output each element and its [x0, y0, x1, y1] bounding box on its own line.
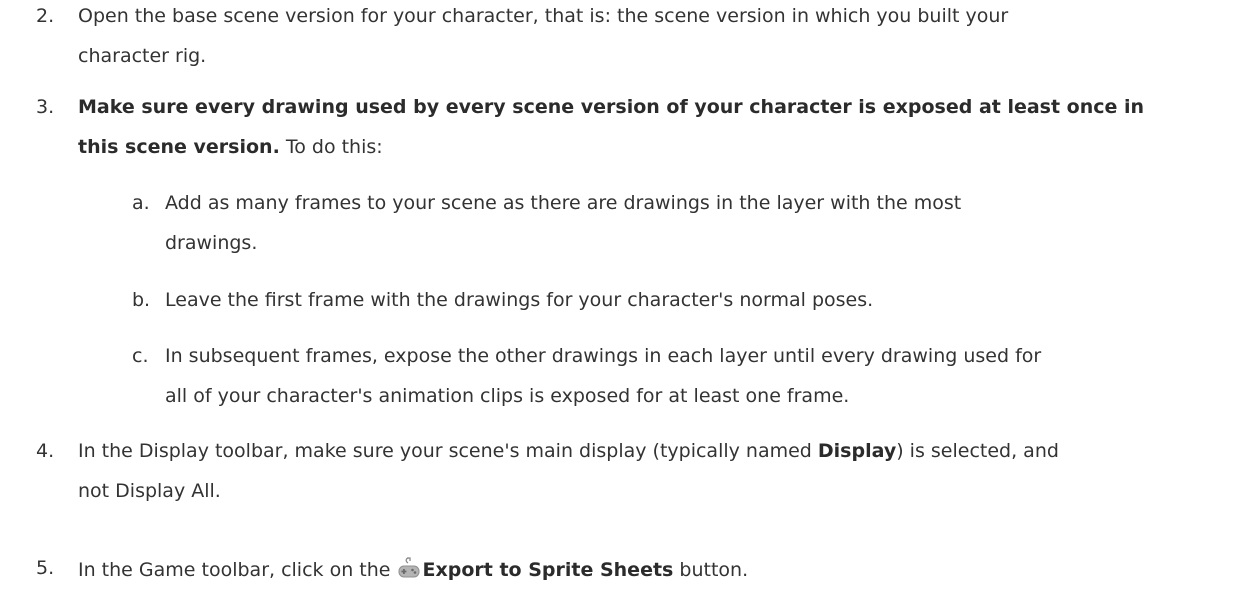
step-text-line: Open the base scene version for your cha…: [78, 5, 1009, 27]
substep-text-line: Add as many frames to your scene as ther…: [165, 192, 962, 214]
substep-text-line: Leave the first frame with the drawings …: [165, 289, 874, 311]
step-text: In the Game toolbar, click on the: [78, 559, 397, 581]
bold-display-name: Display: [817, 440, 897, 462]
step-text: In the Display toolbar, make sure your s…: [78, 440, 818, 462]
step-text-line: In the Game toolbar, click on the Export…: [78, 557, 748, 581]
bold-instruction: Make sure every drawing used by every sc…: [78, 96, 1145, 118]
substep-text-line: all of your character's animation clips …: [165, 385, 850, 407]
substep-letter: a.: [132, 192, 150, 214]
export-to-sprite-sheets-icon: [397, 557, 421, 579]
step-text: button.: [673, 559, 749, 581]
substep-text-line: In subsequent frames, expose the other d…: [165, 345, 1042, 367]
substep-letter: c.: [132, 345, 149, 367]
substep-letter: b.: [132, 289, 151, 311]
bold-button-name: Export to Sprite Sheets: [422, 559, 674, 581]
step-number: 2.: [36, 5, 55, 27]
step-text: To do this:: [279, 136, 383, 158]
substep-text-line: drawings.: [165, 232, 258, 254]
step-text-line: not Display All.: [78, 480, 221, 502]
bold-instruction: this scene version.: [78, 136, 280, 158]
step-number: 3.: [36, 96, 55, 118]
step-text-line: Make sure every drawing used by every sc…: [78, 96, 1144, 118]
step-text-line: In the Display toolbar, make sure your s…: [78, 440, 1059, 462]
step-text-line: this scene version. To do this:: [78, 136, 383, 158]
step-text-line: character rig.: [78, 45, 207, 67]
step-text: ) is selected, and: [896, 440, 1059, 462]
step-number: 4.: [36, 440, 55, 462]
step-number: 5.: [36, 557, 55, 579]
